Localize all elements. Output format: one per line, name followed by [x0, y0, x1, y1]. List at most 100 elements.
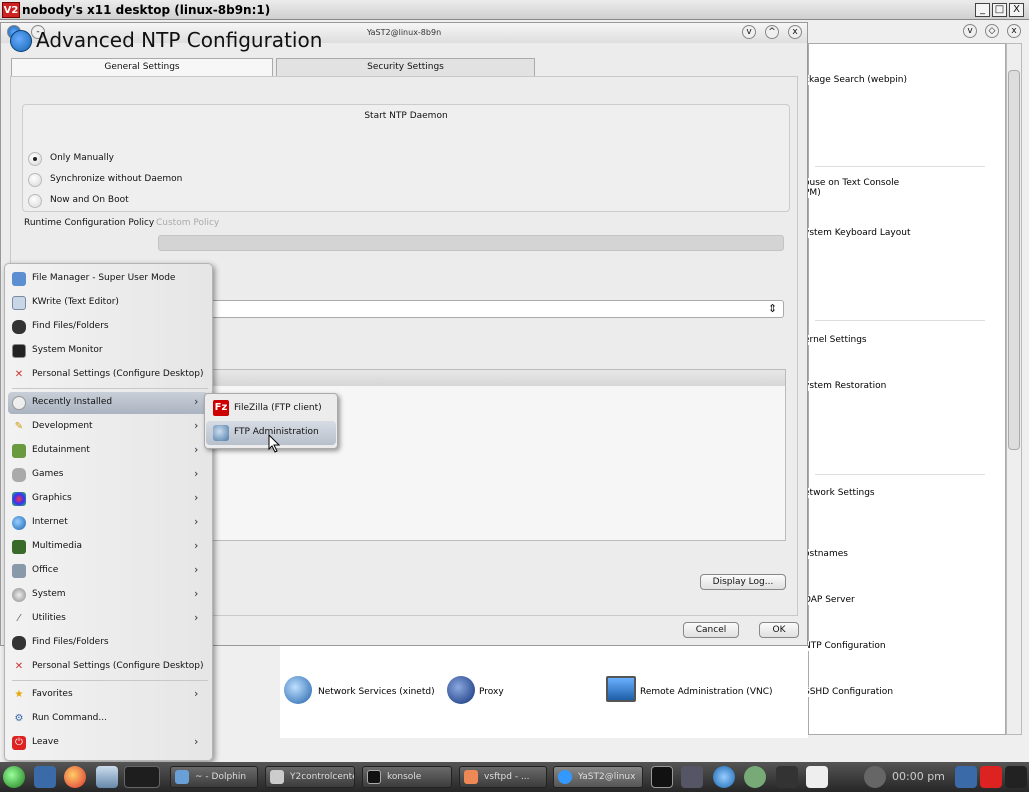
tab-security-settings[interactable]: Security Settings: [276, 58, 535, 76]
show-desktop-icon[interactable]: [34, 766, 56, 788]
ftp-admin-icon: [213, 425, 229, 441]
module-item[interactable]: Proxy: [479, 687, 504, 697]
vnc-monitor-icon: [606, 676, 636, 702]
module-item[interactable]: ckage Search (webpin): [802, 75, 907, 85]
module-item[interactable]: ouse on Text Console: [802, 178, 900, 188]
task-vsftpd[interactable]: vsftpd - ...: [459, 766, 547, 788]
vnc-close-button[interactable]: X: [1009, 3, 1024, 17]
module-item[interactable]: ostnames: [802, 549, 848, 559]
taskbar-clock[interactable]: 00:00 pm: [892, 770, 945, 783]
firefox-icon[interactable]: [64, 766, 86, 788]
module-item[interactable]: ystem Restoration: [802, 381, 887, 391]
minimize-icon[interactable]: v: [742, 25, 756, 39]
task-konsole[interactable]: konsole: [362, 766, 452, 788]
chevron-right-icon: ›: [194, 611, 199, 624]
terminal-tray-icon[interactable]: [651, 766, 673, 788]
tab-general-settings[interactable]: General Settings: [11, 58, 273, 76]
maximize-icon[interactable]: ^: [765, 25, 779, 39]
chevron-right-icon: ›: [194, 515, 199, 528]
module-separator: [815, 474, 985, 475]
menu-item-file-manager[interactable]: File Manager - Super User Mode: [8, 268, 210, 290]
ok-button[interactable]: OK: [759, 622, 799, 638]
radio-label: Now and On Boot: [50, 195, 129, 205]
menu-item-leave[interactable]: ⏻ Leave ›: [8, 732, 210, 754]
combo-updown-icon[interactable]: ⇕: [768, 302, 777, 315]
module-item[interactable]: Remote Administration (VNC): [640, 687, 773, 697]
bg-minimize-icon[interactable]: v: [963, 24, 977, 38]
tools-icon: ✕: [14, 369, 24, 380]
menu-item-system[interactable]: System ›: [8, 584, 210, 606]
pager-icon[interactable]: [124, 766, 160, 788]
module-item[interactable]: ystem Keyboard Layout: [802, 228, 911, 238]
menu-item-recently-installed[interactable]: Recently Installed ›: [8, 392, 210, 414]
menu-item-system-monitor[interactable]: System Monitor: [8, 340, 210, 362]
chevron-right-icon: ›: [194, 539, 199, 552]
menu-item-find-files-2[interactable]: Find Files/Folders: [8, 632, 210, 654]
radio-only-manually[interactable]: [28, 152, 42, 166]
task-y2controlcenter[interactable]: Y2controlcenter: [265, 766, 355, 788]
menu-item-graphics[interactable]: Graphics ›: [8, 488, 210, 510]
menu-item-multimedia[interactable]: Multimedia ›: [8, 536, 210, 558]
custom-policy-input[interactable]: [158, 235, 784, 251]
menu-item-favorites[interactable]: ★ Favorites ›: [8, 684, 210, 706]
module-item[interactable]: SSHD Configuration: [802, 687, 894, 697]
menu-item-edutainment[interactable]: Edutainment ›: [8, 440, 210, 462]
clipboard-tray-icon[interactable]: [806, 766, 828, 788]
logout-icon[interactable]: [980, 766, 1002, 788]
bg-restore-icon[interactable]: ◇: [985, 24, 999, 38]
network-tray-icon[interactable]: [681, 766, 703, 788]
module-list-scrollbar-thumb[interactable]: [1008, 70, 1020, 450]
utilities-icon: ⁄: [18, 613, 20, 624]
proxy-icon: [447, 676, 475, 704]
chevron-right-icon: ›: [194, 395, 199, 408]
menu-item-personal-settings[interactable]: ✕ Personal Settings (Configure Desktop): [8, 364, 210, 386]
arrow-left-tray-icon[interactable]: [776, 766, 798, 788]
dolphin-task-icon: [175, 770, 189, 784]
menu-item-development[interactable]: ✎ Development ›: [8, 416, 210, 438]
task-dolphin[interactable]: ~ - Dolphin: [170, 766, 258, 788]
office-icon: [12, 564, 26, 578]
kickoff-launcher-icon[interactable]: [3, 766, 25, 788]
bg-close-icon[interactable]: x: [1007, 24, 1021, 38]
submenu-item-filezilla[interactable]: FileZilla (FTP client): [234, 403, 322, 413]
menu-item-games[interactable]: Games ›: [8, 464, 210, 486]
radio-now-and-on-boot[interactable]: [28, 194, 42, 208]
yast-heading-icon: [10, 30, 32, 52]
network-services-icon: [284, 676, 312, 704]
vnc-window-title: nobody's x11 desktop (linux-8b9n:1): [22, 3, 271, 17]
server-selection-combo[interactable]: [210, 300, 784, 318]
dolphin-icon[interactable]: [96, 766, 118, 788]
yast2-task-icon: [558, 770, 572, 784]
tools-icon: ✕: [14, 661, 24, 672]
menu-item-run-command[interactable]: ⚙ Run Command...: [8, 708, 210, 730]
info-tray-icon[interactable]: [864, 766, 886, 788]
panel-toolbox-icon[interactable]: [1005, 766, 1027, 788]
menu-item-office[interactable]: Office ›: [8, 560, 210, 582]
yast-tray-icon[interactable]: [713, 766, 735, 788]
module-item[interactable]: NTP Configuration: [802, 641, 886, 651]
radio-sync-without-daemon[interactable]: [28, 173, 42, 187]
lock-screen-icon[interactable]: [955, 766, 977, 788]
vnc-minimize-button[interactable]: _: [975, 3, 990, 17]
task-yast2-active[interactable]: YaST2@linux: [553, 766, 643, 788]
menu-item-personal-settings-2[interactable]: ✕ Personal Settings (Configure Desktop): [8, 656, 210, 678]
elephant-tray-icon[interactable]: [744, 766, 766, 788]
firefox-task-icon: [464, 770, 478, 784]
run-command-icon: ⚙: [14, 713, 24, 724]
vnc-maximize-button[interactable]: □: [992, 3, 1007, 17]
filezilla-icon: Fz: [213, 400, 229, 416]
cancel-button[interactable]: Cancel: [683, 622, 739, 638]
menu-item-internet[interactable]: Internet ›: [8, 512, 210, 534]
menu-item-find-files[interactable]: Find Files/Folders: [8, 316, 210, 338]
module-item[interactable]: DAP Server: [802, 595, 855, 605]
module-item[interactable]: Network Services (xinetd): [318, 687, 435, 697]
chevron-right-icon: ›: [194, 467, 199, 480]
display-log-button[interactable]: Display Log...: [700, 574, 786, 590]
close-icon[interactable]: x: [788, 25, 802, 39]
menu-item-kwrite[interactable]: KWrite (Text Editor): [8, 292, 210, 314]
mouse-cursor-icon: [268, 434, 281, 453]
menu-item-utilities[interactable]: ⁄ Utilities ›: [8, 608, 210, 630]
chevron-right-icon: ›: [194, 491, 199, 504]
module-item[interactable]: ernel Settings: [802, 335, 867, 345]
module-item[interactable]: etwork Settings: [802, 488, 875, 498]
